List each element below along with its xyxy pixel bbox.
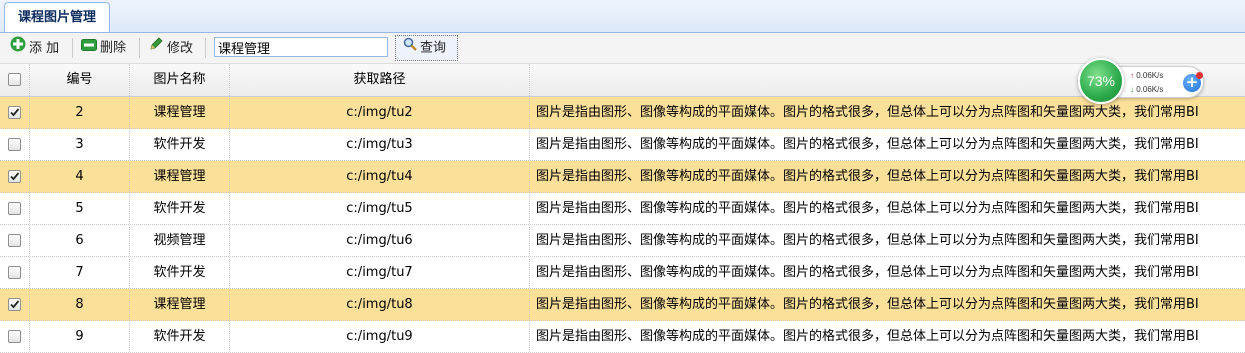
- pencil-icon: [148, 36, 164, 61]
- cell-path: c:/img/tu6: [230, 225, 530, 256]
- cell-path: c:/img/tu7: [230, 257, 530, 288]
- header-select-all[interactable]: [0, 64, 30, 96]
- search-input[interactable]: [214, 37, 388, 57]
- edit-button[interactable]: 修改: [148, 36, 193, 60]
- cell-id: 2: [30, 97, 130, 128]
- cell-name: 视频管理: [130, 225, 230, 256]
- column-header-id[interactable]: 编号: [30, 64, 130, 96]
- row-checkbox[interactable]: [8, 266, 21, 279]
- cell-path: c:/img/tu3: [230, 129, 530, 160]
- delete-button[interactable]: 删除: [81, 36, 126, 60]
- row-checkbox[interactable]: [8, 106, 21, 119]
- plus-icon: [10, 36, 26, 61]
- add-button-label: 添 加: [29, 41, 60, 56]
- toolbar-divider: [72, 38, 73, 58]
- cell-description: 图片是指由图形、图像等构成的平面媒体。图片的格式很多，但总体上可以分为点阵图和矢…: [536, 169, 1199, 184]
- table-row[interactable]: 6 视频管理 c:/img/tu6 图片是指由图形、图像等构成的平面媒体。图片的格式很…: [0, 225, 1245, 257]
- download-arrow-icon: ↓: [1130, 85, 1134, 94]
- upload-arrow-icon: ↑: [1130, 71, 1134, 80]
- row-checkbox[interactable]: [8, 170, 21, 183]
- download-speed: ↓ 0.06K/s: [1130, 85, 1164, 94]
- row-select-cell[interactable]: [0, 129, 30, 160]
- cell-id: 4: [30, 161, 130, 192]
- toolbar-divider: [139, 38, 140, 58]
- add-button[interactable]: 添 加: [10, 36, 59, 60]
- usage-percent-badge[interactable]: 73%: [1078, 58, 1124, 104]
- row-select-cell[interactable]: [0, 161, 30, 192]
- row-select-cell[interactable]: [0, 289, 30, 320]
- query-button-label: 查询: [420, 40, 447, 56]
- cell-name: 软件开发: [130, 321, 230, 352]
- search-icon: [403, 36, 417, 60]
- cell-path: c:/img/tu9: [230, 321, 530, 352]
- row-select-cell[interactable]: [0, 257, 30, 288]
- cell-name: 软件开发: [130, 129, 230, 160]
- cell-id: 6: [30, 225, 130, 256]
- row-checkbox[interactable]: [8, 202, 21, 215]
- grid-header: 编号 图片名称 获取路径: [0, 64, 1245, 97]
- cell-name: 软件开发: [130, 193, 230, 224]
- row-select-cell[interactable]: [0, 321, 30, 352]
- upload-speed: ↑ 0.06K/s: [1130, 71, 1164, 80]
- query-button[interactable]: 查询: [395, 35, 458, 61]
- cell-name: 课程管理: [130, 161, 230, 192]
- table-row[interactable]: 9 软件开发 c:/img/tu9 图片是指由图形、图像等构成的平面媒体。图片的格式很…: [0, 321, 1245, 353]
- tab-strip: 课程图片管理: [0, 0, 1245, 33]
- cell-id: 8: [30, 289, 130, 320]
- table-row[interactable]: 5 软件开发 c:/img/tu5 图片是指由图形、图像等构成的平面媒体。图片的格式很…: [0, 193, 1245, 225]
- row-checkbox[interactable]: [8, 298, 21, 311]
- cell-description: 图片是指由图形、图像等构成的平面媒体。图片的格式很多，但总体上可以分为点阵图和矢…: [536, 201, 1199, 216]
- row-select-cell[interactable]: [0, 97, 30, 128]
- cell-path: c:/img/tu2: [230, 97, 530, 128]
- table-row[interactable]: 4 课程管理 c:/img/tu4 图片是指由图形、图像等构成的平面媒体。图片的格式很…: [0, 161, 1245, 193]
- toolbar: 添 加 删除 修改 查询: [0, 33, 1245, 64]
- cell-name: 课程管理: [130, 97, 230, 128]
- row-checkbox[interactable]: [8, 330, 21, 343]
- table-row[interactable]: 2 课程管理 c:/img/tu2 图片是指由图形、图像等构成的平面媒体。图片的格式很…: [0, 97, 1245, 129]
- cell-description: 图片是指由图形、图像等构成的平面媒体。图片的格式很多，但总体上可以分为点阵图和矢…: [536, 233, 1199, 248]
- cell-description: 图片是指由图形、图像等构成的平面媒体。图片的格式很多，但总体上可以分为点阵图和矢…: [536, 265, 1199, 280]
- cell-path: c:/img/tu8: [230, 289, 530, 320]
- table-row[interactable]: 8 课程管理 c:/img/tu8 图片是指由图形、图像等构成的平面媒体。图片的格式很…: [0, 289, 1245, 321]
- edit-button-label: 修改: [167, 41, 194, 56]
- column-header-path[interactable]: 获取路径: [230, 64, 530, 96]
- network-speed-widget[interactable]: 73% ↑ 0.06K/s ↓ 0.06K/s +: [1078, 58, 1204, 106]
- cell-id: 9: [30, 321, 130, 352]
- cell-id: 3: [30, 129, 130, 160]
- cell-id: 7: [30, 257, 130, 288]
- cell-path: c:/img/tu4: [230, 161, 530, 192]
- cell-description: 图片是指由图形、图像等构成的平面媒体。图片的格式很多，但总体上可以分为点阵图和矢…: [536, 329, 1199, 344]
- cell-description: 图片是指由图形、图像等构成的平面媒体。图片的格式很多，但总体上可以分为点阵图和矢…: [536, 137, 1199, 152]
- toolbar-divider: [205, 38, 206, 58]
- cell-path: c:/img/tu5: [230, 193, 530, 224]
- row-checkbox[interactable]: [8, 138, 21, 151]
- delete-button-label: 删除: [100, 40, 127, 56]
- cell-id: 5: [30, 193, 130, 224]
- cell-description: 图片是指由图形、图像等构成的平面媒体。图片的格式很多，但总体上可以分为点阵图和矢…: [536, 297, 1199, 312]
- row-checkbox[interactable]: [8, 234, 21, 247]
- tab-course-images[interactable]: 课程图片管理: [4, 2, 110, 32]
- notification-dot: [1196, 72, 1203, 79]
- row-select-cell[interactable]: [0, 193, 30, 224]
- minus-icon: [81, 36, 97, 60]
- table-row[interactable]: 3 软件开发 c:/img/tu3 图片是指由图形、图像等构成的平面媒体。图片的格式很…: [0, 129, 1245, 161]
- table-row[interactable]: 7 软件开发 c:/img/tu7 图片是指由图形、图像等构成的平面媒体。图片的格式很…: [0, 257, 1245, 289]
- cell-name: 软件开发: [130, 257, 230, 288]
- cell-name: 课程管理: [130, 289, 230, 320]
- row-select-cell[interactable]: [0, 225, 30, 256]
- column-header-name[interactable]: 图片名称: [130, 64, 230, 96]
- select-all-checkbox[interactable]: [8, 73, 21, 86]
